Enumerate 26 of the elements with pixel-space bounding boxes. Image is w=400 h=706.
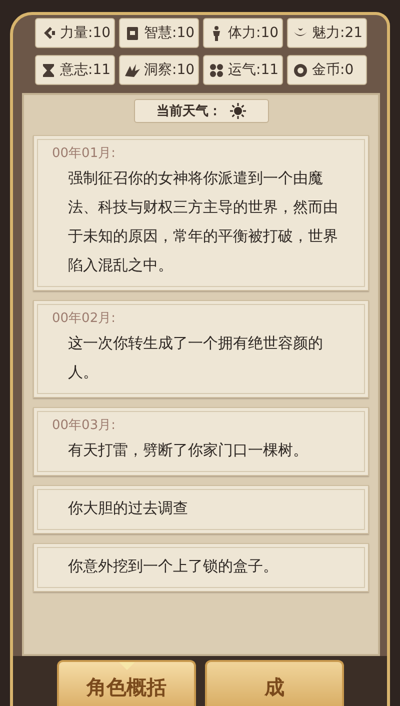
log-text: 有天打雷，劈断了你家门口一棵树。 — [67, 440, 309, 461]
stat-label: 意志:11 — [60, 61, 111, 79]
log-text: 强制征召你的女神将你派遣到一个由魔法、科技与财权三方主导的世界，然而由于未知的原因，常年的平衡被打破，世界陷入混乱之中。 — [67, 168, 339, 276]
log-date: 00年02月: — [52, 310, 116, 328]
log-text: 你大胆的过去调查 — [67, 498, 189, 519]
stat-label: 魅力:21 — [312, 24, 363, 42]
stat-label: 智慧:10 — [144, 24, 195, 42]
selected-marker-icon — [119, 662, 135, 670]
book-icon — [124, 24, 141, 42]
stat-label: 体力:10 — [228, 24, 279, 42]
stat-label: 金币:0 — [312, 61, 354, 79]
stat-label: 运气:11 — [228, 61, 279, 79]
stat-label: 洞察:10 — [144, 61, 195, 79]
weather-label: 当前天气： — [156, 103, 222, 120]
wing-icon — [124, 62, 141, 78]
log-date: 00年01月: — [52, 145, 116, 163]
log-text: 这一次你转生成了一个拥有绝世容颜的人。 — [67, 333, 324, 383]
coin-icon — [292, 62, 309, 78]
hourglass-icon — [40, 62, 57, 78]
flower-icon — [208, 62, 225, 78]
stat-label: 力量:10 — [60, 24, 111, 42]
tab[interactable]: 成 — [205, 660, 344, 706]
log-date: 00年03月: — [52, 417, 116, 435]
log-text: 你意外挖到一个上了锁的盒子。 — [67, 556, 279, 577]
tab[interactable]: 角色概括 — [57, 660, 196, 706]
sun-icon — [230, 103, 246, 119]
